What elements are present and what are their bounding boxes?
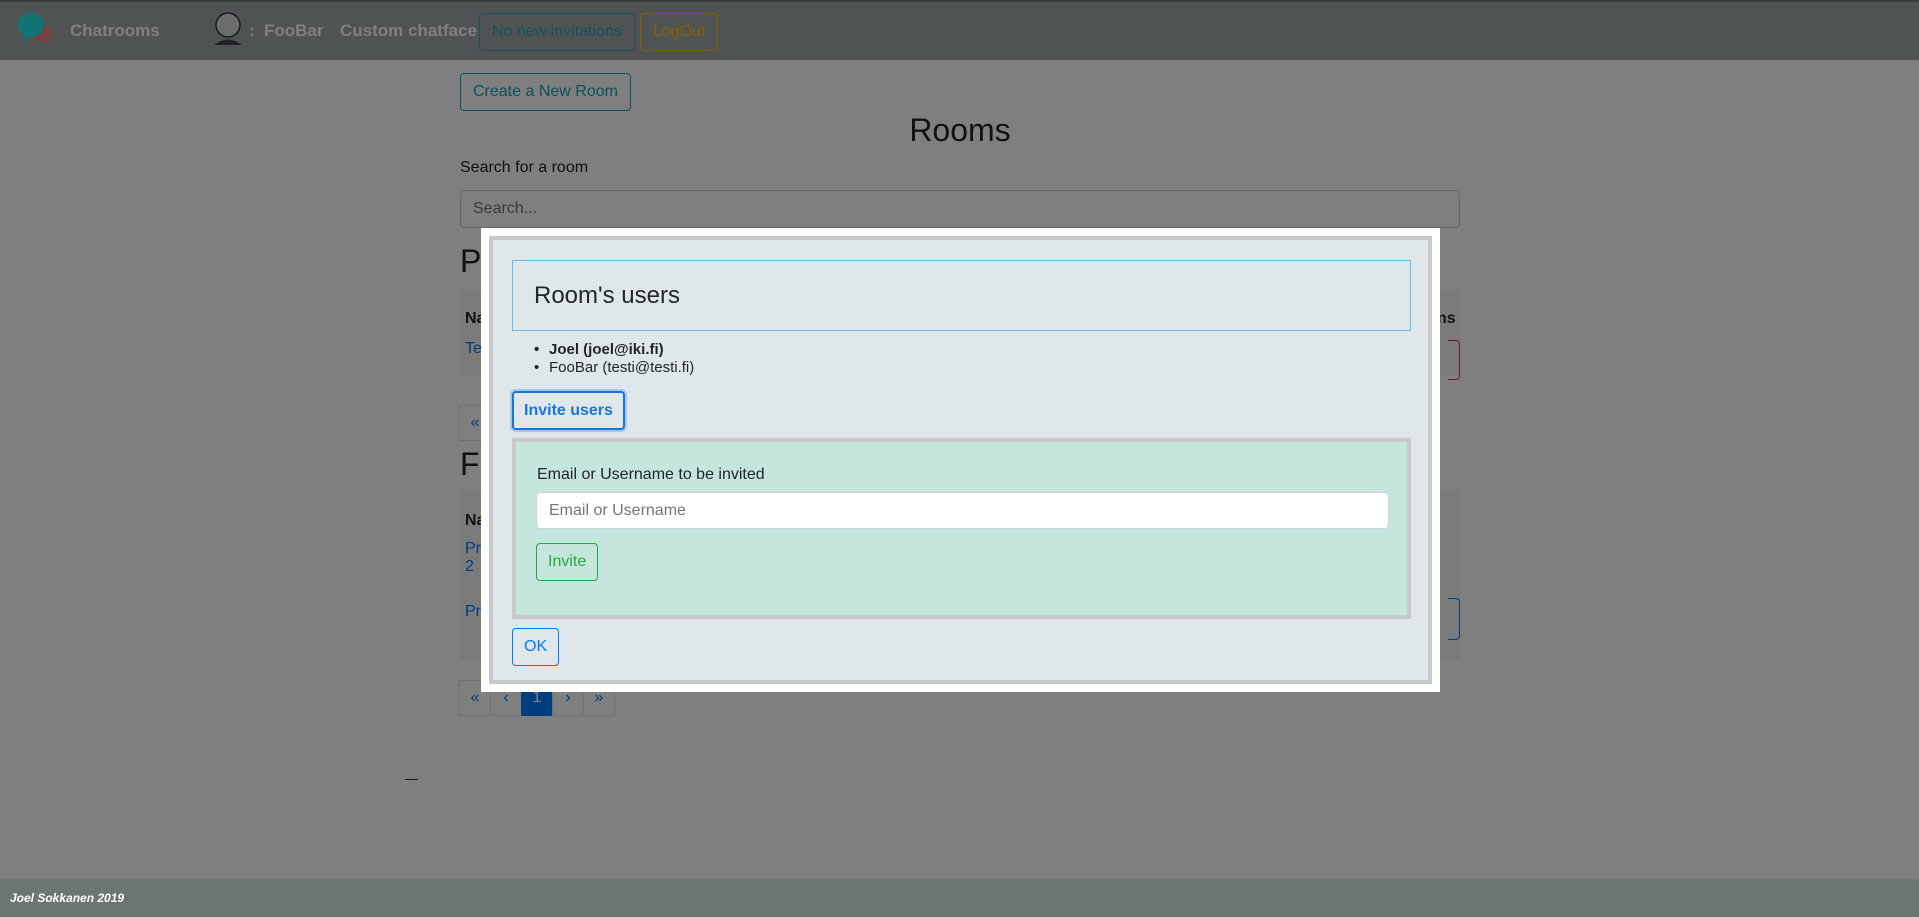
list-item: FooBar (testi@testi.fi) [532,359,694,377]
invite-button[interactable]: Invite [536,543,599,581]
invite-users-button[interactable]: Invite users [512,391,625,430]
invite-field-label: Email or Username to be invited [537,466,765,483]
modal-header: Room's users [512,260,1411,331]
ok-button[interactable]: OK [512,628,560,666]
invite-email-field[interactable] [536,492,1389,529]
footer: Joel Sokkanen 2019 [0,879,1919,917]
room-users-modal: Room's users Joel (joel@iki.fi) FooBar (… [481,228,1440,692]
list-item: Joel (joel@iki.fi) [532,341,694,359]
footer-text: Joel Sokkanen 2019 [10,891,125,905]
invite-form-panel: Email or Username to be invited Invite [512,438,1411,619]
modal-title: Room's users [534,282,680,309]
room-user-list: Joel (joel@iki.fi) FooBar (testi@testi.f… [532,341,694,377]
modal-body: Room's users Joel (joel@iki.fi) FooBar (… [489,236,1432,684]
